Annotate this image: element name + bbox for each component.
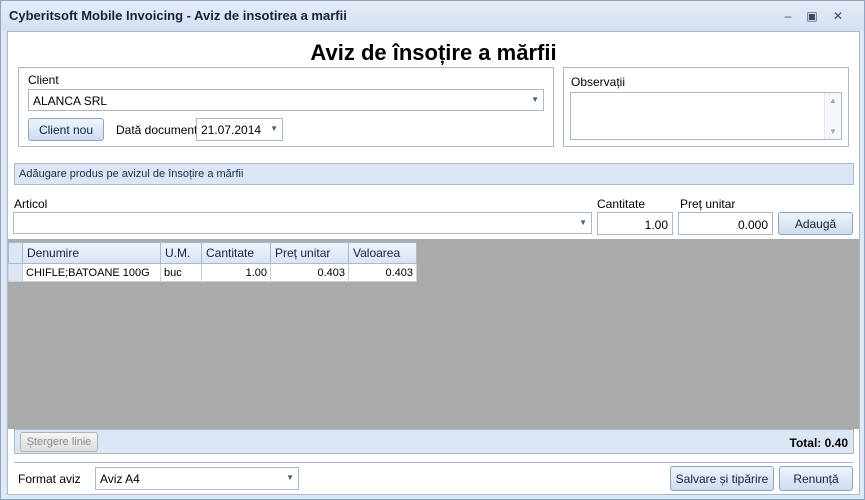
delete-line-button[interactable]: Ștergere linie [20, 432, 98, 452]
format-label: Format aviz [18, 472, 81, 486]
chevron-down-icon: ▼ [579, 218, 587, 227]
total-label: Total: 0.40 [789, 436, 848, 450]
unit-price-value: 0.000 [737, 218, 768, 232]
quantity-label: Cantitate [597, 197, 646, 211]
doc-date-label: Dată document [116, 123, 198, 137]
table-row[interactable]: CHIFLE;BATOANE 100G buc 1.00 0.403 0.403 [8, 263, 417, 282]
items-grid: Denumire U.M. Cantitate Preț unitar Valo… [8, 242, 417, 282]
observations-group: Observații ▲ ▼ [563, 67, 849, 147]
cell-um[interactable]: buc [160, 263, 202, 282]
chevron-down-icon: ▼ [270, 124, 278, 133]
cancel-button[interactable]: Renunță [779, 466, 853, 491]
row-header-corner [8, 242, 23, 264]
add-button[interactable]: Adaugă [778, 212, 853, 235]
article-label: Articol [14, 197, 48, 211]
scroll-up-icon[interactable]: ▲ [829, 96, 837, 105]
cell-cantitate[interactable]: 1.00 [201, 263, 271, 282]
quantity-input[interactable]: 1.00 [597, 212, 673, 235]
column-header-denumire[interactable]: Denumire [22, 242, 161, 264]
doc-date-picker[interactable]: 21.07.2014 ▼ [196, 118, 283, 141]
row-header[interactable] [8, 263, 23, 282]
client-select[interactable]: ALANCA SRL ▼ [28, 89, 544, 111]
app-window: Cyberitsoft Mobile Invoicing - Aviz de i… [0, 0, 865, 500]
observations-label: Observații [571, 75, 626, 89]
window-title: Cyberitsoft Mobile Invoicing - Aviz de i… [9, 8, 347, 23]
scroll-down-icon[interactable]: ▼ [829, 127, 837, 136]
client-label: Client [28, 73, 59, 87]
save-print-button[interactable]: Salvare și tipărire [670, 466, 774, 491]
add-product-header: Adăugare produs pe avizul de însoțire a … [14, 163, 854, 185]
format-select[interactable]: Aviz A4 ▼ [95, 467, 299, 490]
doc-date-value: 21.07.2014 [201, 123, 262, 137]
minimize-icon[interactable]: – [780, 9, 796, 23]
form-content: Aviz de însoțire a mărfii Client ALANCA … [7, 31, 860, 495]
quantity-value: 1.00 [644, 218, 668, 232]
grid-footer-bar: Ștergere linie Total: 0.40 [14, 429, 854, 454]
title-bar: Cyberitsoft Mobile Invoicing - Aviz de i… [1, 1, 864, 31]
column-header-um[interactable]: U.M. [160, 242, 202, 264]
close-icon[interactable]: ✕ [830, 9, 846, 23]
scrollbar[interactable]: ▲ ▼ [824, 93, 841, 139]
divider [14, 462, 854, 463]
maximize-icon[interactable]: ▣ [804, 9, 820, 23]
cell-valoarea[interactable]: 0.403 [348, 263, 417, 282]
items-grid-area: Denumire U.M. Cantitate Preț unitar Valo… [8, 239, 859, 429]
grid-header-row: Denumire U.M. Cantitate Preț unitar Valo… [8, 242, 417, 264]
client-select-value: ALANCA SRL [33, 94, 108, 108]
column-header-valoarea[interactable]: Valoarea [348, 242, 417, 264]
chevron-down-icon: ▼ [531, 95, 539, 104]
unit-price-label: Preț unitar [680, 197, 736, 211]
new-client-button[interactable]: Client nou [28, 118, 104, 141]
cell-denumire[interactable]: CHIFLE;BATOANE 100G [22, 263, 161, 282]
client-group: Client ALANCA SRL ▼ Client nou Dată docu… [18, 67, 554, 147]
cell-pret-unitar[interactable]: 0.403 [270, 263, 349, 282]
unit-price-input[interactable]: 0.000 [678, 212, 773, 235]
column-header-cantitate[interactable]: Cantitate [201, 242, 271, 264]
article-select[interactable]: ▼ [13, 212, 592, 234]
format-select-value: Aviz A4 [100, 472, 140, 486]
observations-field[interactable]: ▲ ▼ [570, 92, 842, 140]
column-header-pret-unitar[interactable]: Preț unitar [270, 242, 349, 264]
page-title: Aviz de însoțire a mărfii [310, 40, 557, 65]
add-product-title: Adăugare produs pe avizul de însoțire a … [19, 168, 244, 180]
chevron-down-icon: ▼ [286, 473, 294, 482]
